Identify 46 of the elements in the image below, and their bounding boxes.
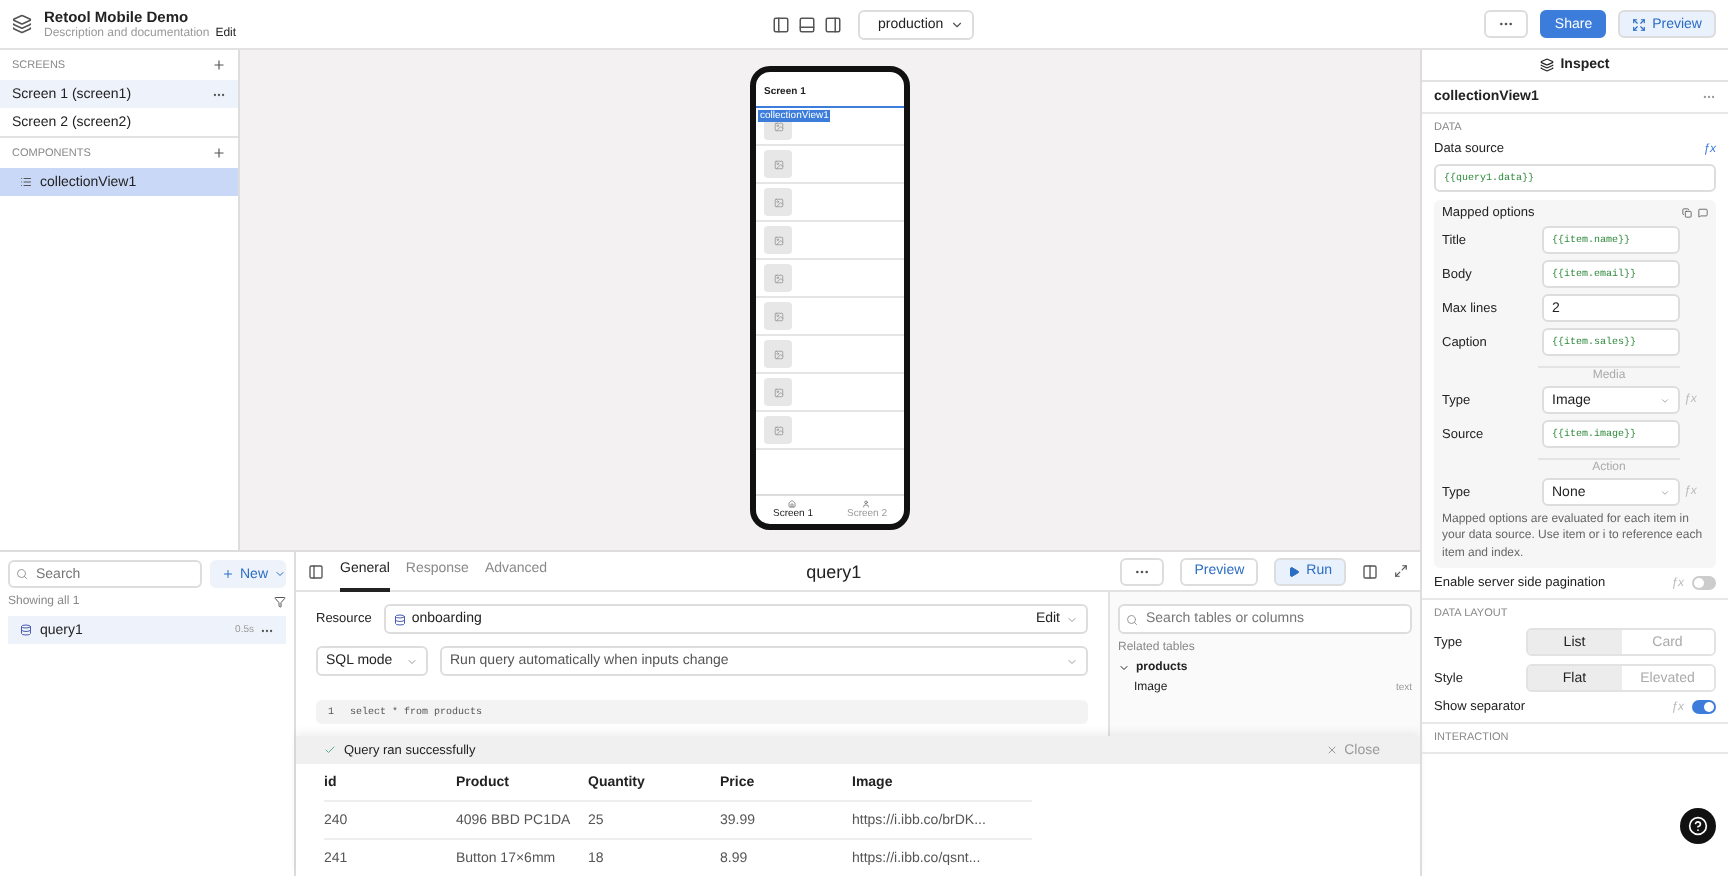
check-icon: [324, 744, 336, 756]
sidebar-toggle-icon[interactable]: [308, 563, 324, 579]
separator-toggle[interactable]: [1692, 700, 1716, 715]
bottom-panel-icon[interactable]: [798, 15, 816, 33]
search-icon: [1126, 614, 1138, 626]
layers-icon: [1540, 58, 1555, 72]
search-icon: [16, 568, 28, 580]
help-button[interactable]: [1680, 808, 1716, 844]
split-view-icon[interactable]: [1362, 563, 1379, 579]
right-panel-icon[interactable]: [824, 15, 842, 33]
query-title: query1: [806, 561, 862, 581]
plus-icon: [222, 568, 234, 580]
home-icon: [788, 500, 797, 508]
list-icon: [20, 176, 32, 188]
image-placeholder: [764, 302, 792, 330]
image-placeholder: [764, 188, 792, 216]
more-icon[interactable]: [1702, 90, 1716, 104]
chevron-down-icon: [1660, 487, 1670, 497]
chevron-down-icon: [274, 568, 287, 580]
chevron-down-icon: [1066, 613, 1078, 625]
help-icon: [1688, 816, 1708, 836]
app-logo-icon: [12, 14, 32, 34]
pagination-toggle[interactable]: [1692, 576, 1716, 591]
database-icon: [393, 613, 406, 625]
left-panel-icon[interactable]: [772, 15, 790, 33]
chevron-down-icon: [1066, 655, 1078, 667]
add-icon[interactable]: [212, 146, 226, 160]
database-icon: [20, 624, 32, 636]
image-placeholder: [764, 378, 792, 406]
maximize-icon[interactable]: [1394, 564, 1409, 578]
comment-icon[interactable]: [1698, 208, 1708, 218]
user-icon: [862, 500, 871, 508]
image-placeholder: [764, 340, 792, 368]
image-placeholder: [764, 264, 792, 292]
chevron-down-icon: [406, 655, 418, 667]
image-placeholder: [764, 226, 792, 254]
image-placeholder: [764, 416, 792, 444]
chevron-down-icon: [1660, 395, 1670, 405]
chevron-down-icon: [949, 17, 964, 31]
copy-icon[interactable]: [1682, 208, 1692, 218]
add-icon[interactable]: [212, 58, 226, 72]
play-icon: [1288, 565, 1301, 577]
close-icon: [1326, 744, 1339, 756]
expand-icon: [1632, 17, 1647, 31]
image-placeholder: [764, 150, 792, 178]
filter-icon[interactable]: [274, 596, 286, 608]
